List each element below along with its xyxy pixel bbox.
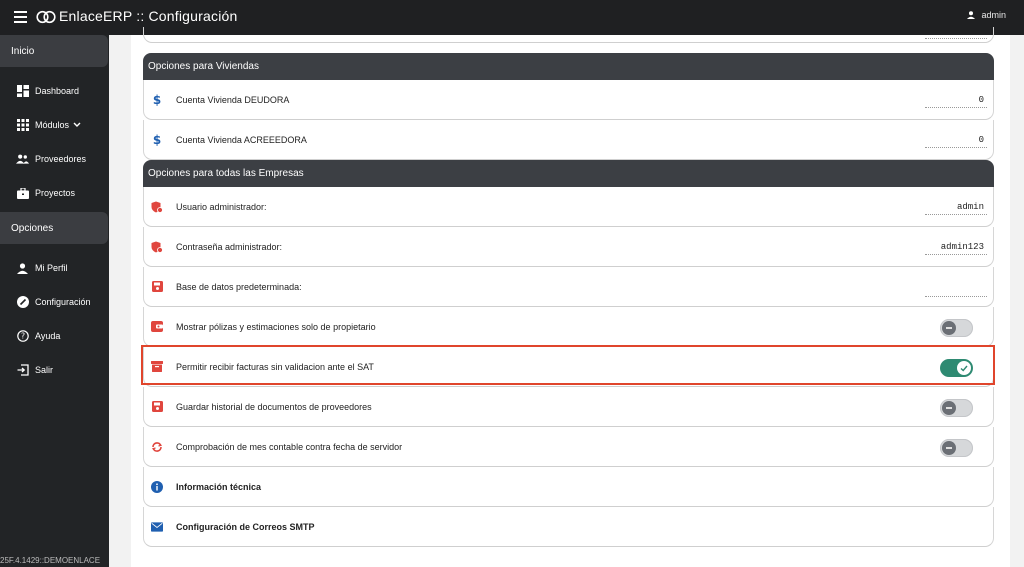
row-label: Configuración de Correos SMTP [176,521,315,532]
sidebar-section-opciones[interactable]: Opciones [0,212,108,244]
section-header-empresas: Opciones para todas las Empresas [143,160,994,187]
row-base-datos: Base de datos predeterminada: [143,267,994,307]
cuenta-acreedora-input[interactable] [925,132,987,148]
svg-text:?: ? [20,332,24,341]
username: admin [981,10,1006,20]
user-icon [967,11,976,19]
row-informacion-tecnica[interactable]: Información técnica [143,467,994,507]
save-icon [151,401,163,413]
sidebar-item-label: Dashboard [35,86,80,96]
row-label: Mostrar pólizas y estimaciones solo de p… [176,321,376,332]
shield-lock-icon [151,201,163,213]
row-configuracion-smtp[interactable]: Configuración de Correos SMTP [143,507,994,547]
sync-icon [151,441,163,453]
svg-text:$: $ [153,133,161,146]
row-contrasena-administrador: Contraseña administrador: [143,227,994,267]
sidebar-item-label: Salir [35,365,54,375]
row-label: Cuenta Vivienda ACREEEDORA [176,134,307,145]
version-label: 25F.4.1429::DEMOENLACE [0,556,101,565]
toggle-switch[interactable] [940,319,973,337]
logout-icon [16,364,29,377]
section-header-viviendas: Opciones para Viviendas [143,53,994,80]
sidebar-item-proyectos[interactable]: Proyectos [0,176,109,210]
sidebar-section-inicio[interactable]: Inicio [0,35,108,67]
sidebar-item-proveedores[interactable]: Proveedores [0,142,109,176]
toggle-switch[interactable] [940,439,973,457]
row-label: Información técnica [176,481,262,492]
sidebar-item-label: Módulos [35,120,70,130]
user-menu[interactable]: admin [967,10,1006,20]
chevron-down-icon [73,122,81,127]
admin-password-input[interactable] [925,239,987,255]
dollar-icon: $ [151,93,163,106]
sidebar-item-label: Proyectos [35,188,76,198]
row-cuenta-acreedora: $ Cuenta Vivienda ACREEEDORA [143,120,994,160]
sidebar-item-ayuda[interactable]: ? Ayuda [0,319,109,353]
svg-text:$: $ [153,93,161,106]
dashboard-icon [16,85,29,98]
sidebar-item-label: Ayuda [35,331,61,341]
dollar-icon: $ [151,133,163,146]
row-toggle-polizas: Mostrar pólizas y estimaciones solo de p… [143,307,994,347]
row-label: Permitir recibir facturas sin validacion… [176,361,374,372]
row-label: Comprobación de mes contable contra fech… [176,441,403,452]
cuenta-deudora-input[interactable] [925,92,987,108]
help-icon: ? [16,330,29,343]
wrench-icon [16,296,29,309]
logo-icon [36,10,56,24]
row-label: Base de datos predeterminada: [176,281,302,292]
row-label: Usuario administrador: [176,201,267,212]
menu-icon[interactable] [14,11,27,23]
toggle-switch[interactable] [940,359,973,377]
row-toggle-historial: Guardar historial de documentos de prove… [143,387,994,427]
sidebar-item-dashboard[interactable]: Dashboard [0,74,109,108]
people-icon [16,153,29,166]
previous-section-end [143,27,994,43]
row-label: Cuenta Vivienda DEUDORA [176,94,290,105]
sidebar-item-label: Mi Perfil [35,263,68,273]
briefcase-icon [16,187,29,200]
grid-icon [16,119,29,132]
sidebar-item-label: Proveedores [35,154,87,164]
settings-panel: Opciones para Viviendas $ Cuenta Viviend… [131,27,1010,567]
admin-user-input[interactable] [925,199,987,215]
mail-icon [151,521,163,533]
app-title: EnlaceERP :: Configuración [59,8,238,24]
shield-lock-icon [151,241,163,253]
toggle-switch[interactable] [940,399,973,417]
sidebar-item-label: Configuración [35,297,91,307]
row-usuario-administrador: Usuario administrador: [143,187,994,227]
check-icon [960,365,968,372]
sidebar-item-salir[interactable]: Salir [0,353,109,387]
archive-icon [151,361,163,373]
info-icon [151,480,163,493]
row-toggle-facturas-sat: Permitir recibir facturas sin validacion… [143,347,994,387]
row-label: Contraseña administrador: [176,241,283,252]
wallet-icon [151,321,163,333]
sidebar-item-modulos[interactable]: Módulos [0,108,109,142]
save-icon [151,281,163,293]
row-cuenta-deudora: $ Cuenta Vivienda DEUDORA [143,80,994,120]
sidebar-item-configuracion[interactable]: Configuración [0,285,109,319]
default-db-input[interactable] [925,281,987,297]
sidebar: Inicio Dashboard Módulos Proveedores Pro… [0,35,109,567]
person-icon [16,262,29,275]
sidebar-item-mi-perfil[interactable]: Mi Perfil [0,251,109,285]
row-label: Guardar historial de documentos de prove… [176,401,372,412]
row-toggle-mes-contable: Comprobación de mes contable contra fech… [143,427,994,467]
